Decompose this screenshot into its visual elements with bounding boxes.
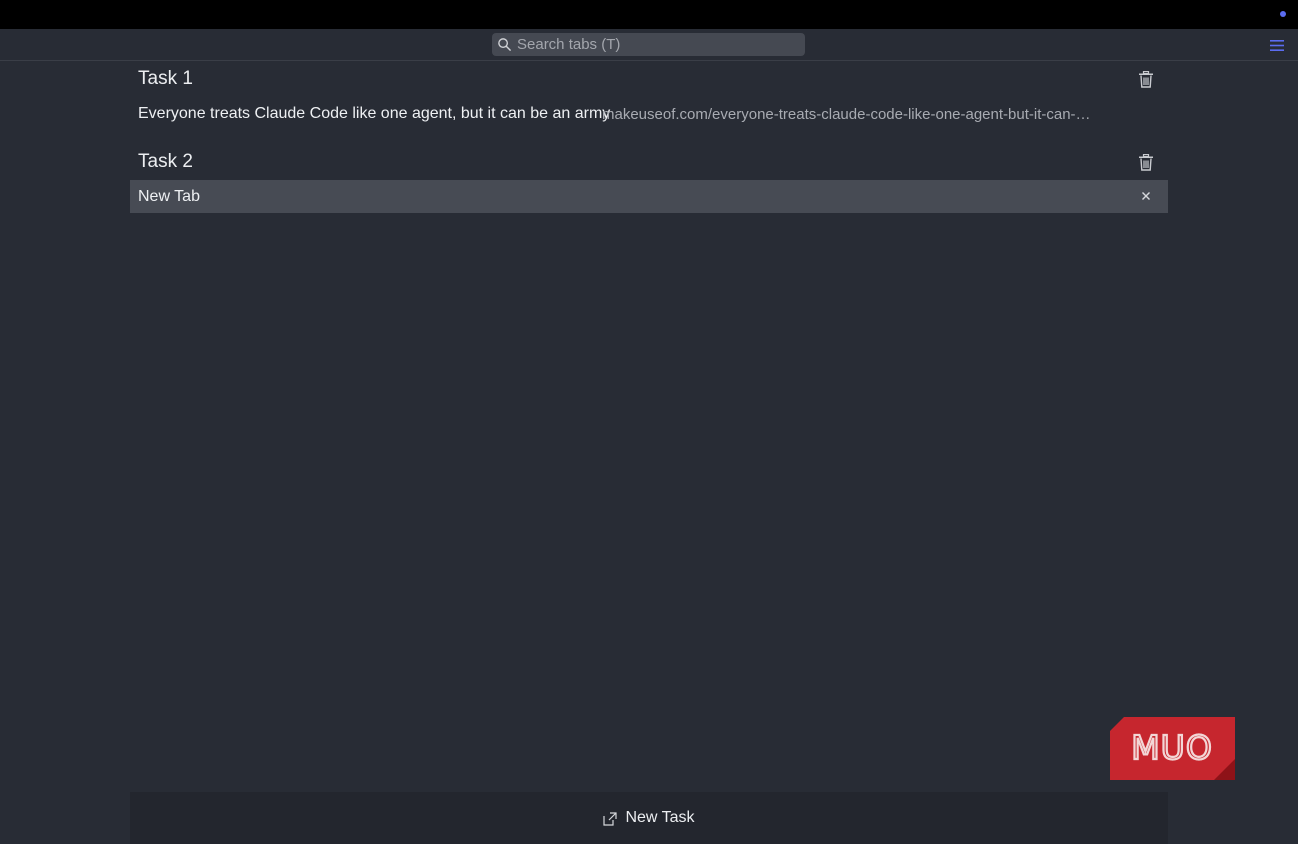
tab-title: New Tab <box>138 188 200 205</box>
new-task-icon <box>603 812 618 826</box>
trash-icon[interactable] <box>1138 71 1154 88</box>
svg-text:MUO: MUO <box>1131 728 1213 767</box>
toolbar <box>0 29 1298 61</box>
muo-watermark-logo: MUO <box>1110 717 1235 780</box>
tab-url: makeuseof.com/everyone-treats-claude-cod… <box>602 106 1091 123</box>
new-task-button[interactable]: New Task <box>130 792 1168 844</box>
task-list: Task 1 Everyone treats Claude Code like … <box>130 61 1168 213</box>
search-icon <box>498 38 511 51</box>
tab-title: Everyone treats Claude Code like one age… <box>138 105 611 122</box>
task-group-header: Task 2 <box>130 144 1168 180</box>
window-titlebar <box>0 0 1298 29</box>
new-task-label: New Task <box>625 809 695 826</box>
close-icon[interactable] <box>1140 190 1152 202</box>
tab-row-selected[interactable]: New Tab <box>130 180 1168 213</box>
task-title: Task 1 <box>138 68 193 89</box>
task-title: Task 2 <box>138 151 193 172</box>
menu-icon[interactable] <box>1270 39 1284 52</box>
tab-row[interactable]: Everyone treats Claude Code like one age… <box>130 97 1168 130</box>
status-dot <box>1280 11 1286 17</box>
search-input[interactable] <box>517 33 797 56</box>
task-group-header: Task 1 <box>130 61 1168 97</box>
trash-icon[interactable] <box>1138 154 1154 171</box>
search-box[interactable] <box>492 33 805 56</box>
